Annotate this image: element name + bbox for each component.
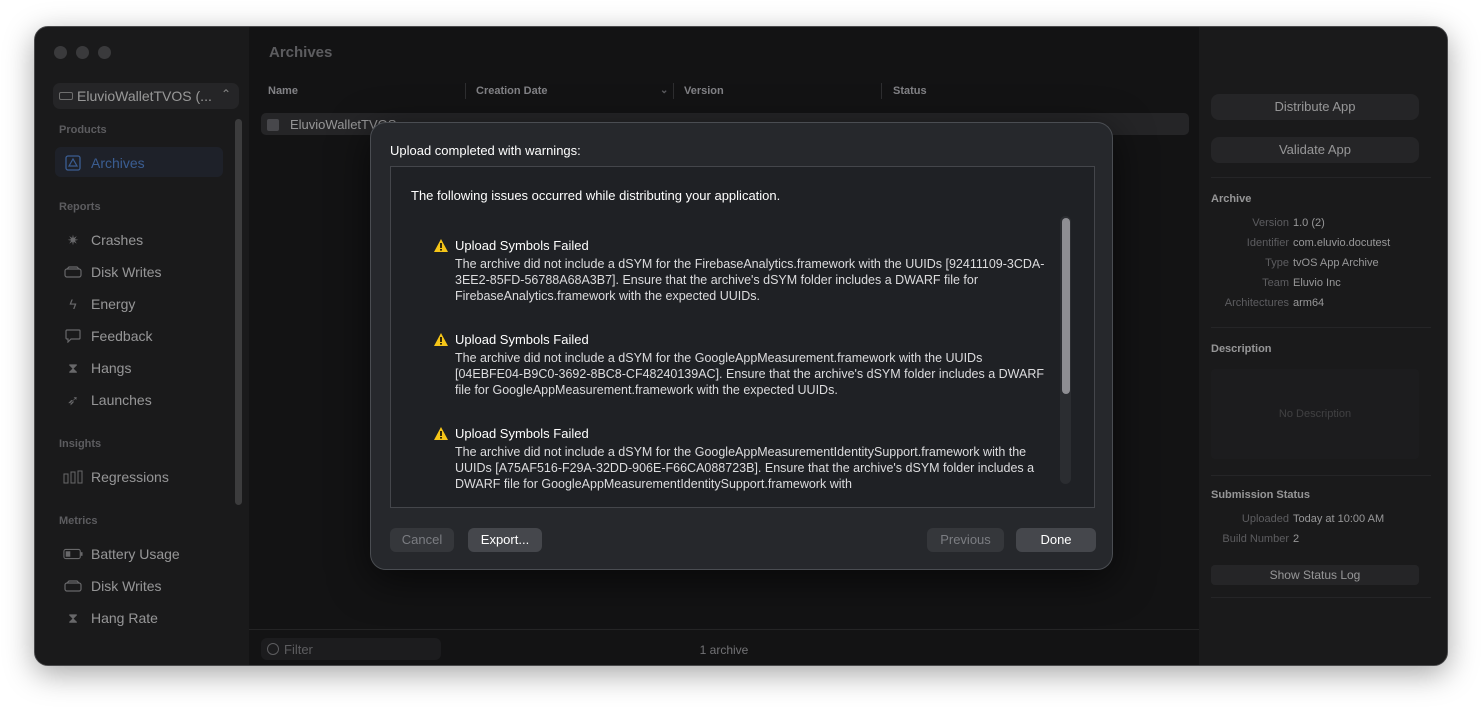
issues-list[interactable]: The following issues occurred while dist…	[390, 166, 1095, 508]
issue-title: Upload Symbols Failed	[455, 426, 589, 441]
issue-title: Upload Symbols Failed	[455, 332, 589, 347]
issue-body: The archive did not include a dSYM for t…	[455, 445, 1035, 491]
issue-title: Upload Symbols Failed	[455, 238, 589, 253]
warning-icon	[434, 333, 448, 346]
issue-body: The archive did not include a dSYM for t…	[455, 351, 1045, 397]
done-button[interactable]: Done	[1016, 528, 1096, 552]
upload-warnings-sheet: Upload completed with warnings: The foll…	[370, 122, 1113, 570]
sheet-title: Upload completed with warnings:	[390, 143, 581, 158]
cancel-button[interactable]: Cancel	[390, 528, 454, 552]
previous-button[interactable]: Previous	[927, 528, 1004, 552]
warning-icon	[434, 239, 448, 252]
warning-icon	[434, 427, 448, 440]
issues-scrollbar-thumb[interactable]	[1062, 218, 1070, 394]
export-button[interactable]: Export...	[468, 528, 542, 552]
issues-intro: The following issues occurred while dist…	[411, 188, 781, 203]
issue-body: The archive did not include a dSYM for t…	[455, 257, 1045, 303]
